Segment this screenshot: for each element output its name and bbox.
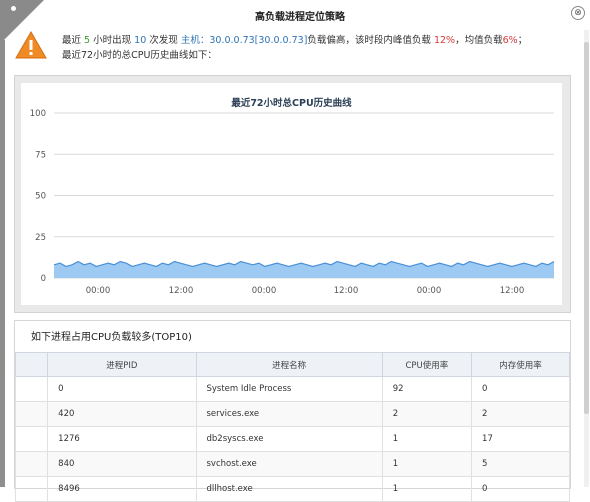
- msg-count: 10: [134, 35, 147, 46]
- alert-message: 最近 5 小时出现 10 次发现 主机：30.0.0.73[30.0.0.73]…: [62, 33, 527, 63]
- cell-mem: 2: [471, 401, 570, 427]
- cell-pid: 840: [47, 451, 197, 477]
- cpu-history-chart: 100 75 50 25 0 00:00 12:00 00:00 12:00 00:00 12:00: [30, 109, 555, 296]
- msg-peak: 12%: [433, 35, 456, 46]
- row-cell-empty: [14, 376, 49, 402]
- msg-host-value: 30.0.0.73[30.0.0.73]: [209, 35, 308, 46]
- msg-avg: 6%: [502, 35, 518, 46]
- row-cell-empty: [14, 426, 49, 452]
- cell-cpu: 1: [381, 426, 473, 452]
- alert-line-2: 最近72小时的总CPU历史曲线如下：: [62, 50, 217, 61]
- scroll-thumb[interactable]: [584, 42, 589, 414]
- row-cell-empty: [14, 451, 49, 477]
- header-cpu[interactable]: CPU使用率: [381, 352, 473, 377]
- cell-name: dllhost.exe: [195, 476, 383, 502]
- cell-pid: 8496: [47, 476, 197, 502]
- y-tick-label: 100: [30, 109, 46, 119]
- header-select: [14, 352, 49, 377]
- x-tick-label: 00:00: [86, 286, 111, 296]
- x-tick-label: 12:00: [334, 286, 359, 296]
- table-row[interactable]: 420 services.exe 2 2: [14, 401, 570, 427]
- cell-cpu: 1: [381, 476, 473, 502]
- cell-name: System Idle Process: [195, 376, 383, 402]
- process-table: 进程PID 进程名称 CPU使用率 内存使用率 0 System Idle Pr…: [14, 352, 570, 502]
- table-row[interactable]: 0 System Idle Process 92 0: [14, 376, 570, 402]
- alert-line-1: 最近 5 小时出现 10 次发现 主机：30.0.0.73[30.0.0.73]…: [62, 33, 527, 48]
- table-row[interactable]: 840 svchost.exe 1 5: [14, 451, 570, 477]
- table-header-row: 进程PID 进程名称 CPU使用率 内存使用率: [14, 352, 570, 377]
- cell-cpu: 92: [381, 376, 473, 402]
- cell-mem: 0: [471, 476, 570, 502]
- msg-text: ；: [517, 35, 528, 46]
- y-tick-label: 25: [35, 233, 46, 243]
- x-tick-label: 12:00: [169, 286, 194, 296]
- row-cell-empty: [14, 401, 49, 427]
- cell-mem: 17: [471, 426, 570, 452]
- y-tick-label: 50: [35, 192, 46, 202]
- cell-name: services.exe: [195, 401, 383, 427]
- cell-cpu: 1: [381, 451, 473, 477]
- cell-mem: 5: [471, 451, 570, 477]
- msg-text: 次发现: [149, 35, 178, 46]
- header-name[interactable]: 进程名称: [195, 352, 383, 377]
- x-tick-label: 00:00: [417, 286, 442, 296]
- cell-pid: 1276: [47, 426, 197, 452]
- window-left-edge: [0, 40, 5, 487]
- table-row[interactable]: 8496 dllhost.exe 1 0: [14, 476, 570, 502]
- cell-name: svchost.exe: [195, 451, 383, 477]
- row-cell-empty: [14, 476, 49, 502]
- scrollbar[interactable]: [584, 30, 589, 487]
- header-pid[interactable]: 进程PID: [47, 352, 197, 377]
- table-title: 如下进程占用CPU负载较多(TOP10): [31, 332, 192, 343]
- msg-text: 负载偏高，该时段内峰值负载: [307, 35, 431, 46]
- x-tick-label: 00:00: [252, 286, 277, 296]
- msg-hours: 5: [84, 35, 91, 46]
- msg-host-label: 主机：: [180, 35, 210, 46]
- close-icon[interactable]: ⊗: [571, 6, 585, 20]
- table-row[interactable]: 1276 db2syscs.exe 1 17: [14, 426, 570, 452]
- cell-pid: 420: [47, 401, 197, 427]
- dialog-title: 高负载进程定位策略: [255, 12, 345, 23]
- header-mem[interactable]: 内存使用率: [471, 352, 570, 377]
- chart-area: 最近72小时总CPU历史曲线 100 75 50 25 0 00:00 12:00 00:00…: [21, 83, 562, 305]
- y-tick-label: 0: [41, 274, 46, 284]
- msg-text: 最近: [62, 35, 82, 46]
- msg-text: ，均值负载: [455, 35, 503, 46]
- cell-pid: 0: [47, 376, 197, 402]
- msg-text: 小时出现: [93, 35, 132, 46]
- chart-panel: 最近72小时总CPU历史曲线 100 75 50 25 0 00:00 12:00 00:00…: [14, 75, 571, 313]
- cell-mem: 0: [471, 376, 570, 402]
- process-table-panel: 如下进程占用CPU负载较多(TOP10) 进程PID 进程名称 CPU使用率 内…: [14, 320, 571, 502]
- cell-name: db2syscs.exe: [195, 426, 383, 452]
- warning-icon: [15, 31, 47, 59]
- y-tick-label: 75: [35, 150, 46, 160]
- x-tick-label: 12:00: [500, 286, 525, 296]
- cell-cpu: 2: [381, 401, 473, 427]
